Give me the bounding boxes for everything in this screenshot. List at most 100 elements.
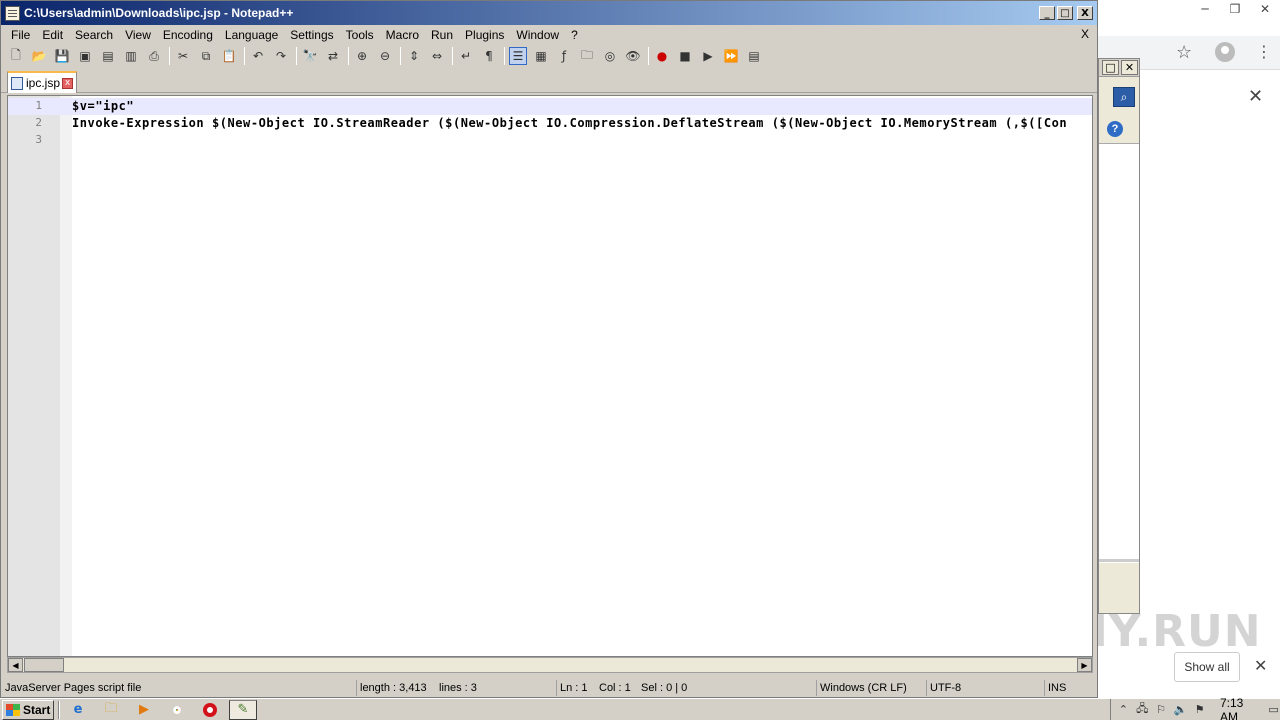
window-title: C:\Users\admin\Downloads\ipc.jsp - Notep… xyxy=(24,6,294,20)
show-desktop-icon[interactable]: ▭ xyxy=(1267,703,1280,717)
action-center-icon[interactable]: ⚐ xyxy=(1155,703,1168,717)
start-label: Start xyxy=(23,702,51,717)
download-shelf-close-icon[interactable]: ✕ xyxy=(1254,656,1267,675)
close-button[interactable]: X xyxy=(1077,6,1093,20)
opera-icon[interactable] xyxy=(196,700,224,720)
show-hidden-icons-icon[interactable]: ⌃ xyxy=(1117,703,1130,717)
stop-record-icon[interactable]: ■ xyxy=(676,47,694,65)
panel-maximize-button[interactable]: □ xyxy=(1102,60,1119,75)
save-macro-icon[interactable]: ▤ xyxy=(745,47,763,65)
notepadpp-taskbar-icon[interactable]: ✎ xyxy=(229,699,257,720)
doc-monitor-icon[interactable]: ◎ xyxy=(601,47,619,65)
fold-margin xyxy=(60,96,72,656)
line-number: 3 xyxy=(35,133,42,146)
close-all-icon[interactable]: ▥ xyxy=(122,47,140,65)
scroll-right-arrow-icon[interactable]: ▶ xyxy=(1077,658,1092,672)
menu-settings[interactable]: Settings xyxy=(284,26,339,44)
document-tab-bar: ipc.jsp x xyxy=(1,67,1097,93)
help-icon[interactable]: ? xyxy=(1107,121,1123,137)
menu-window[interactable]: Window xyxy=(510,26,565,44)
show-all-chars-icon[interactable]: ¶ xyxy=(480,47,498,65)
cut-icon[interactable]: ✂ xyxy=(174,47,192,65)
status-encoding: UTF-8 xyxy=(926,680,1044,696)
media-player-icon[interactable]: ▶ xyxy=(130,700,158,720)
network-icon[interactable]: 🖧 xyxy=(1136,702,1149,717)
menu-run[interactable]: Run xyxy=(425,26,459,44)
save-all-icon[interactable]: ▣ xyxy=(76,47,94,65)
browser-menu-icon[interactable]: ⋮ xyxy=(1256,42,1272,61)
code-editor[interactable]: 1 $v="ipc" 2 Invoke-Expression $(New-Obj… xyxy=(7,95,1093,657)
menu-help[interactable]: ? xyxy=(565,26,584,44)
panel-close-button[interactable]: ✕ xyxy=(1121,60,1138,75)
zoom-out-icon[interactable]: ⊖ xyxy=(376,47,394,65)
redo-icon[interactable]: ↷ xyxy=(272,47,290,65)
line-number: 2 xyxy=(35,116,42,129)
eye-icon[interactable]: 👁 xyxy=(624,47,642,65)
start-button[interactable]: Start xyxy=(2,699,54,720)
close-document-button[interactable]: X xyxy=(1081,27,1089,41)
save-icon[interactable]: 💾 xyxy=(53,47,71,65)
chrome-icon[interactable] xyxy=(163,700,191,720)
scroll-left-arrow-icon[interactable]: ◀ xyxy=(8,658,23,672)
internet-explorer-icon[interactable]: e xyxy=(64,700,92,720)
file-explorer-icon[interactable]: 🗀 xyxy=(97,700,125,720)
play-macro-icon[interactable]: ▶ xyxy=(699,47,717,65)
doc-map-icon[interactable]: ▦ xyxy=(532,47,550,65)
menu-plugins[interactable]: Plugins xyxy=(459,26,510,44)
line-number: 1 xyxy=(35,99,42,112)
menu-bar: File Edit Search View Encoding Language … xyxy=(1,25,1097,45)
undo-icon[interactable]: ↶ xyxy=(249,47,267,65)
run-macro-multiple-icon[interactable]: ⏩ xyxy=(722,47,740,65)
replace-icon[interactable]: ⇄ xyxy=(324,47,342,65)
new-file-icon[interactable]: 🗋 xyxy=(7,47,25,65)
function-list-icon[interactable]: ƒ xyxy=(555,47,573,65)
volume-icon[interactable]: 🔈 xyxy=(1173,703,1187,717)
line-text: Invoke-Expression $(New-Object IO.Stream… xyxy=(72,116,1068,130)
editor-line[interactable]: 1 $v="ipc" xyxy=(8,98,1092,115)
folder-workspace-icon[interactable]: 🗀 xyxy=(578,47,596,65)
status-length: length : 3,413 xyxy=(356,680,436,696)
status-insert-mode: INS xyxy=(1044,680,1094,696)
open-file-icon[interactable]: 📂 xyxy=(30,47,48,65)
word-wrap-icon[interactable]: ↵ xyxy=(457,47,475,65)
menu-search[interactable]: Search xyxy=(69,26,119,44)
minimize-button[interactable]: _ xyxy=(1039,6,1055,20)
menu-view[interactable]: View xyxy=(119,26,157,44)
toolbar-separator xyxy=(296,47,297,65)
print-icon[interactable]: ⎙ xyxy=(145,47,163,65)
editor-line[interactable]: 3 xyxy=(8,132,1092,149)
window-titlebar[interactable]: C:\Users\admin\Downloads\ipc.jsp - Notep… xyxy=(1,1,1097,25)
browser-close-button[interactable]: ✕ xyxy=(1250,0,1280,18)
flag-icon[interactable]: ⚑ xyxy=(1193,703,1206,717)
browser-minimize-button[interactable]: ─ xyxy=(1190,0,1220,18)
browser-restore-button[interactable]: ❐ xyxy=(1220,0,1250,18)
find-icon[interactable]: 🔭 xyxy=(301,47,319,65)
system-tray: ⌃ 🖧 ⚐ 🔈 ⚑ 7:13 AM ▭ xyxy=(1110,696,1280,720)
menu-edit[interactable]: Edit xyxy=(36,26,69,44)
maximize-button[interactable]: □ xyxy=(1057,6,1073,20)
close-icon[interactable]: ▤ xyxy=(99,47,117,65)
profile-avatar-icon[interactable] xyxy=(1215,42,1235,62)
menu-encoding[interactable]: Encoding xyxy=(157,26,219,44)
bookmark-star-icon[interactable]: ☆ xyxy=(1176,42,1192,63)
editor-line[interactable]: 2 Invoke-Expression $(New-Object IO.Stre… xyxy=(8,115,1092,132)
record-macro-icon[interactable]: ● xyxy=(653,47,671,65)
sync-vertical-icon[interactable]: ⇕ xyxy=(405,47,423,65)
sync-horizontal-icon[interactable]: ⇔ xyxy=(428,47,446,65)
paste-icon[interactable]: 📋 xyxy=(220,47,238,65)
menu-file[interactable]: File xyxy=(5,26,36,44)
tab-ipc-jsp[interactable]: ipc.jsp x xyxy=(7,71,77,93)
menu-language[interactable]: Language xyxy=(219,26,284,44)
menu-macro[interactable]: Macro xyxy=(380,26,425,44)
toolbar-separator xyxy=(452,47,453,65)
clock[interactable]: 7:13 AM xyxy=(1220,696,1255,720)
horizontal-scrollbar[interactable]: ◀ ▶ xyxy=(7,657,1093,673)
zoom-in-icon[interactable]: ⊕ xyxy=(353,47,371,65)
tab-close-icon[interactable]: x xyxy=(62,77,73,89)
copy-icon[interactable]: ⧉ xyxy=(197,47,215,65)
infobar-close-icon[interactable]: ✕ xyxy=(1248,86,1263,107)
panel-search-icon[interactable]: ⌕ xyxy=(1113,87,1135,107)
indent-guide-icon[interactable]: ☰ xyxy=(509,47,527,65)
scroll-thumb[interactable] xyxy=(24,658,64,672)
menu-tools[interactable]: Tools xyxy=(340,26,380,44)
